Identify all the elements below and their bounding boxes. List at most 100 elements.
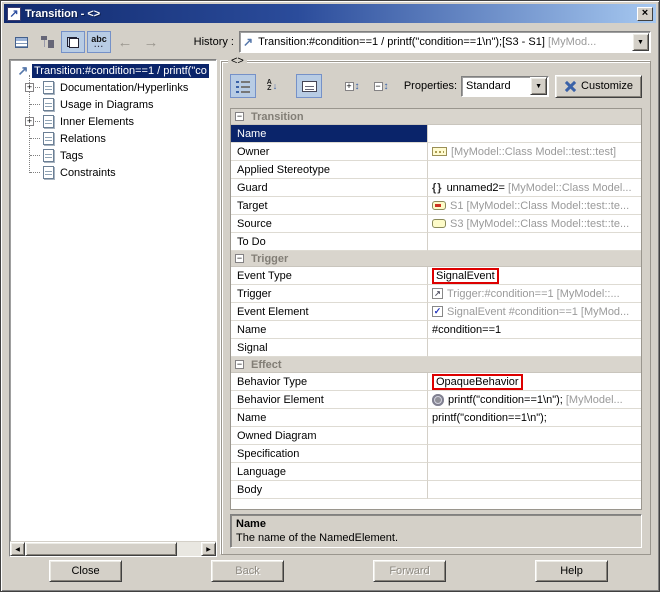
property-label[interactable]: Specification (231, 445, 428, 463)
table-row-transition-name[interactable]: Name (231, 125, 641, 143)
property-label[interactable]: Behavior Element (231, 391, 428, 409)
table-row-transition-applied-stereotype[interactable]: Applied Stereotype (231, 161, 641, 179)
cascade-view-button[interactable] (61, 31, 85, 53)
property-label[interactable]: Trigger (231, 285, 428, 303)
property-value[interactable]: S3 [MyModel::Class Model::test::te... (428, 215, 641, 233)
tree-horizontal-scrollbar[interactable]: ◀ ▶ (10, 541, 216, 556)
sidebar-item-tags[interactable]: Tags (10, 147, 216, 164)
table-row-trigger-event-element[interactable]: Event Element✓SignalEvent #condition==1 … (231, 303, 641, 321)
sidebar-item-usage-in-diagrams[interactable]: Usage in Diagrams (10, 96, 216, 113)
property-value[interactable] (428, 463, 641, 481)
guard-braces-icon: {} (432, 182, 443, 194)
property-value[interactable]: ✓SignalEvent #condition==1 [MyMod... (428, 303, 641, 321)
property-value[interactable] (428, 161, 641, 179)
property-value[interactable]: S1 [MyModel::Class Model::test::te... (428, 197, 641, 215)
close-icon[interactable]: × (637, 7, 653, 21)
table-row-trigger-name[interactable]: Name#condition==1 (231, 321, 641, 339)
table-row-trigger-signal[interactable]: Signal (231, 339, 641, 357)
table-row-effect-owned-diagram[interactable]: Owned Diagram (231, 427, 641, 445)
property-value[interactable] (428, 445, 641, 463)
property-label[interactable]: Name (231, 125, 428, 143)
table-row-trigger-trigger[interactable]: Trigger↗Trigger:#condition==1 [MyModel::… (231, 285, 641, 303)
expand-all-button[interactable]: +↕ (339, 74, 365, 98)
property-value[interactable]: printf("condition==1\n"); [MyModel... (428, 391, 641, 409)
property-label[interactable]: Language (231, 463, 428, 481)
properties-view-button[interactable] (9, 31, 33, 53)
sort-alphabetically-button[interactable]: A Z↓ (259, 74, 285, 98)
property-label[interactable]: Signal (231, 339, 428, 357)
collapse-minus-icon[interactable]: − (235, 112, 244, 121)
property-value[interactable]: {}unnamed2= [MyModel::Class Model... (428, 179, 641, 197)
customize-button[interactable]: Customize (555, 75, 642, 98)
property-value[interactable]: printf("condition==1\n"); (428, 409, 641, 427)
property-value[interactable]: [MyModel::Class Model::test::test] (428, 143, 641, 161)
property-label[interactable]: Name (231, 409, 428, 427)
property-label[interactable]: Source (231, 215, 428, 233)
property-label[interactable]: Owned Diagram (231, 427, 428, 445)
scroll-left-icon[interactable]: ◀ (10, 542, 25, 556)
property-value[interactable]: OpaqueBehavior (428, 373, 641, 391)
scrollbar-thumb[interactable] (25, 542, 177, 556)
table-row-effect-behavior-type[interactable]: Behavior TypeOpaqueBehavior (231, 373, 641, 391)
group-header-transition[interactable]: −Transition (231, 109, 641, 125)
property-label[interactable]: Event Element (231, 303, 428, 321)
property-label[interactable]: Event Type (231, 267, 428, 285)
table-row-transition-source[interactable]: SourceS3 [MyModel::Class Model::test::te… (231, 215, 641, 233)
tree-item-label: Relations (60, 133, 106, 145)
expand-plus-icon[interactable]: + (25, 83, 34, 92)
show-description-button[interactable] (296, 74, 322, 98)
properties-dropdown-button[interactable]: ▼ (530, 77, 547, 95)
table-row-transition-target[interactable]: TargetS1 [MyModel::Class Model::test::te… (231, 197, 641, 215)
table-row-effect-body[interactable]: Body (231, 481, 641, 499)
property-value[interactable] (428, 125, 641, 143)
table-row-effect-specification[interactable]: Specification (231, 445, 641, 463)
scrollbar-track[interactable] (177, 542, 201, 556)
table-row-transition-guard[interactable]: Guard{}unnamed2= [MyModel::Class Model..… (231, 179, 641, 197)
property-label[interactable]: Target (231, 197, 428, 215)
property-label[interactable]: Applied Stereotype (231, 161, 428, 179)
sidebar-item-inner-elements[interactable]: +Inner Elements (10, 113, 216, 130)
expand-plus-icon[interactable]: + (25, 117, 34, 126)
collapse-minus-icon[interactable]: − (235, 254, 244, 263)
property-label[interactable]: Name (231, 321, 428, 339)
scroll-right-icon[interactable]: ▶ (201, 542, 216, 556)
property-label[interactable]: Owner (231, 143, 428, 161)
cascade-windows-icon (67, 37, 79, 48)
property-value[interactable] (428, 427, 641, 445)
properties-mode-select[interactable]: Standard ▼ (461, 76, 549, 97)
property-label[interactable]: Body (231, 481, 428, 499)
table-row-trigger-event-type[interactable]: Event TypeSignalEvent (231, 267, 641, 285)
property-label[interactable]: Behavior Type (231, 373, 428, 391)
tree-root-item[interactable]: ↗ Transition:#condition==1 / printf("co (10, 62, 216, 79)
sidebar-item-constraints[interactable]: Constraints (10, 164, 216, 181)
property-label[interactable]: To Do (231, 233, 428, 251)
property-label[interactable]: Guard (231, 179, 428, 197)
history-back-button[interactable]: ← (113, 31, 137, 53)
group-header-trigger[interactable]: −Trigger (231, 251, 641, 267)
property-value[interactable] (428, 339, 641, 357)
table-row-transition-owner[interactable]: Owner[MyModel::Class Model::test::test] (231, 143, 641, 161)
table-row-effect-language[interactable]: Language (231, 463, 641, 481)
sidebar-item-relations[interactable]: Relations (10, 130, 216, 147)
history-dropdown-button[interactable]: ▼ (632, 33, 649, 51)
table-row-transition-to-do[interactable]: To Do (231, 233, 641, 251)
help-button[interactable]: Help (535, 560, 608, 582)
property-value[interactable] (428, 233, 641, 251)
history-forward-button[interactable]: → (139, 31, 163, 53)
categorized-view-button[interactable] (230, 74, 256, 98)
table-row-effect-behavior-element[interactable]: Behavior Elementprintf("condition==1\n")… (231, 391, 641, 409)
sidebar-item-documentation-hyperlinks[interactable]: +Documentation/Hyperlinks (10, 79, 216, 96)
description-panel: Name The name of the NamedElement. (230, 514, 642, 548)
tree-view-button[interactable] (35, 31, 59, 53)
close-button[interactable]: Close (49, 560, 122, 582)
abc-view-button[interactable]: abc... (87, 31, 111, 53)
collapse-minus-icon[interactable]: − (235, 360, 244, 369)
group-header-effect[interactable]: −Effect (231, 357, 641, 373)
property-value[interactable]: SignalEvent (428, 267, 641, 285)
collapse-all-button[interactable]: −↕ (368, 74, 394, 98)
table-row-effect-name[interactable]: Nameprintf("condition==1\n"); (231, 409, 641, 427)
property-value[interactable]: ↗Trigger:#condition==1 [MyModel::... (428, 285, 641, 303)
property-value[interactable] (428, 481, 641, 499)
history-combobox[interactable]: ↗ Transition:#condition==1 / printf("con… (239, 31, 651, 53)
property-value[interactable]: #condition==1 (428, 321, 641, 339)
